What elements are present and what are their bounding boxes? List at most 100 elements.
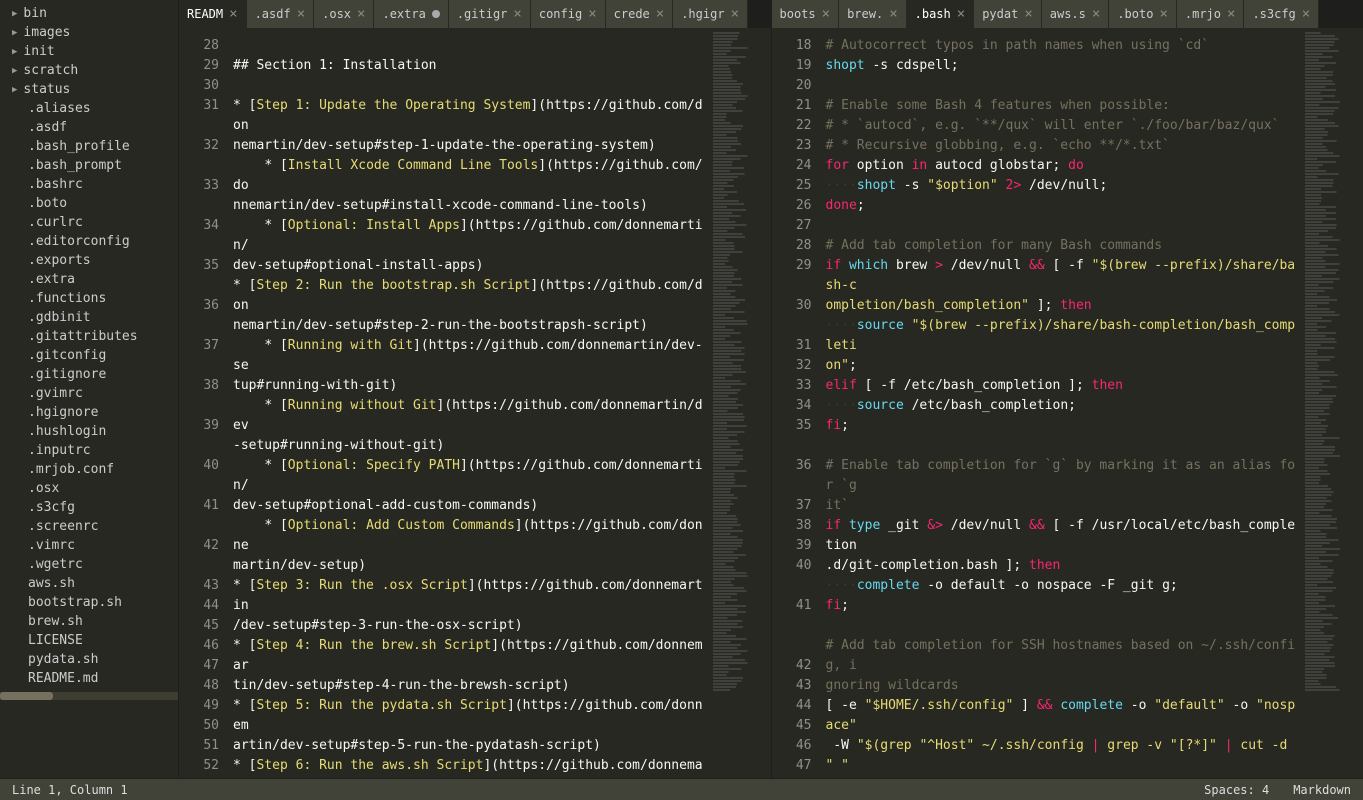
tab[interactable]: .osx × xyxy=(314,0,374,28)
tab[interactable]: .hgigr × xyxy=(673,0,748,28)
status-indent[interactable]: Spaces: 4 xyxy=(1204,783,1269,797)
file-item[interactable]: .gvimrc xyxy=(0,384,178,403)
tab[interactable]: .boto × xyxy=(1109,0,1177,28)
folder-item[interactable]: status xyxy=(0,80,178,99)
tab-label: aws.s xyxy=(1050,7,1086,21)
tab[interactable]: .mrjo × xyxy=(1177,0,1245,28)
file-item[interactable]: .asdf xyxy=(0,118,178,137)
file-item[interactable]: .mrjob.conf xyxy=(0,460,178,479)
tab[interactable]: .asdf × xyxy=(247,0,315,28)
file-item[interactable]: .bash_profile xyxy=(0,137,178,156)
file-item[interactable]: .vimrc xyxy=(0,536,178,555)
close-icon[interactable]: × xyxy=(957,6,965,22)
close-icon[interactable]: × xyxy=(297,6,305,22)
close-icon[interactable]: × xyxy=(588,6,596,22)
tab[interactable]: crede × xyxy=(606,0,674,28)
left-code-area[interactable]: ## Section 1: Installation* [Step 1: Upd… xyxy=(227,28,711,778)
tab-label: pydat xyxy=(982,7,1018,21)
tab-label: .bash xyxy=(915,7,951,21)
file-item[interactable]: aws.sh xyxy=(0,574,178,593)
right-tab-bar: boots×brew.×.bash×pydat×aws.s×.boto×.mrj… xyxy=(772,0,1363,28)
folder-item[interactable]: images xyxy=(0,23,178,42)
file-item[interactable]: .gitattributes xyxy=(0,327,178,346)
status-bar: Line 1, Column 1 Spaces: 4 Markdown xyxy=(0,778,1363,800)
status-cursor-position: Line 1, Column 1 xyxy=(12,783,128,797)
tab[interactable]: .extra xyxy=(374,0,448,28)
close-icon[interactable]: × xyxy=(731,6,739,22)
left-editor-pane: READM×.asdf×.osx×.extra.gitigr×config×cr… xyxy=(178,0,771,778)
file-item[interactable]: .editorconfig xyxy=(0,232,178,251)
close-icon[interactable]: × xyxy=(357,6,365,22)
tab[interactable]: .gitigr × xyxy=(449,0,531,28)
close-icon[interactable]: × xyxy=(822,6,830,22)
right-gutter: 181920212223242526272829 30 3132333435 3… xyxy=(772,28,820,778)
tab-label: boots xyxy=(780,7,816,21)
file-item[interactable]: brew.sh xyxy=(0,612,178,631)
tab[interactable]: aws.s × xyxy=(1042,0,1110,28)
file-item[interactable]: .curlrc xyxy=(0,213,178,232)
tab-label: .osx xyxy=(322,7,351,21)
close-icon[interactable]: × xyxy=(1302,6,1310,22)
folder-item[interactable]: bin xyxy=(0,4,178,23)
file-item[interactable]: pydata.sh xyxy=(0,650,178,669)
file-item[interactable]: .gitignore xyxy=(0,365,178,384)
close-icon[interactable]: × xyxy=(889,6,897,22)
tab[interactable]: .bash × xyxy=(907,0,975,28)
tab[interactable]: brew. × xyxy=(839,0,907,28)
tab-label: brew. xyxy=(847,7,883,21)
file-item[interactable]: LICENSE xyxy=(0,631,178,650)
file-item[interactable]: .exports xyxy=(0,251,178,270)
file-item[interactable]: .functions xyxy=(0,289,178,308)
close-icon[interactable]: × xyxy=(229,6,237,22)
file-item[interactable]: .hgignore xyxy=(0,403,178,422)
tab-label: .asdf xyxy=(255,7,291,21)
left-tab-bar: READM×.asdf×.osx×.extra.gitigr×config×cr… xyxy=(179,0,771,28)
tab-label: .s3cfg xyxy=(1252,7,1295,21)
close-icon[interactable]: × xyxy=(1024,6,1032,22)
folder-item[interactable]: init xyxy=(0,42,178,61)
file-item[interactable]: .screenrc xyxy=(0,517,178,536)
tab[interactable]: config × xyxy=(531,0,606,28)
file-item[interactable]: .boto xyxy=(0,194,178,213)
right-minimap[interactable] xyxy=(1303,28,1363,778)
file-item[interactable]: .gitconfig xyxy=(0,346,178,365)
file-item[interactable]: .inputrc xyxy=(0,441,178,460)
left-gutter: 28293031 32 33 34 35 36 37 38 39 40 41 4… xyxy=(179,28,227,778)
tab[interactable]: .s3cfg × xyxy=(1244,0,1319,28)
file-item[interactable]: bootstrap.sh xyxy=(0,593,178,612)
right-editor-pane: boots×brew.×.bash×pydat×aws.s×.boto×.mrj… xyxy=(771,0,1363,778)
tab-label: crede xyxy=(614,7,650,21)
file-item[interactable]: .bash_prompt xyxy=(0,156,178,175)
close-icon[interactable]: × xyxy=(1227,6,1235,22)
tab-label: READM xyxy=(187,7,223,21)
dirty-indicator-icon xyxy=(432,10,440,18)
folder-item[interactable]: scratch xyxy=(0,61,178,80)
tab[interactable]: boots × xyxy=(772,0,840,28)
left-minimap[interactable] xyxy=(711,28,771,778)
close-icon[interactable]: × xyxy=(1159,6,1167,22)
sidebar-scrollbar[interactable] xyxy=(0,692,178,700)
tab[interactable]: READM × xyxy=(179,0,247,28)
right-code-area[interactable]: # Autocorrect typos in path names when u… xyxy=(820,28,1304,778)
status-syntax[interactable]: Markdown xyxy=(1293,783,1351,797)
file-item[interactable]: .hushlogin xyxy=(0,422,178,441)
close-icon[interactable]: × xyxy=(513,6,521,22)
tab-label: .boto xyxy=(1117,7,1153,21)
file-item[interactable]: .s3cfg xyxy=(0,498,178,517)
file-item[interactable]: .gdbinit xyxy=(0,308,178,327)
tab-label: .hgigr xyxy=(681,7,724,21)
file-item[interactable]: .aliases xyxy=(0,99,178,118)
close-icon[interactable]: × xyxy=(1092,6,1100,22)
file-item[interactable]: .extra xyxy=(0,270,178,289)
tab-label: .mrjo xyxy=(1185,7,1221,21)
file-sidebar[interactable]: binimagesinitscratchstatus.aliases.asdf.… xyxy=(0,0,178,778)
file-item[interactable]: .osx xyxy=(0,479,178,498)
tab-label: config xyxy=(539,7,582,21)
file-item[interactable]: .wgetrc xyxy=(0,555,178,574)
file-item[interactable]: README.md xyxy=(0,669,178,688)
tab[interactable]: pydat × xyxy=(974,0,1042,28)
tab-label: .extra xyxy=(382,7,425,21)
tab-label: .gitigr xyxy=(457,7,508,21)
file-item[interactable]: .bashrc xyxy=(0,175,178,194)
close-icon[interactable]: × xyxy=(656,6,664,22)
